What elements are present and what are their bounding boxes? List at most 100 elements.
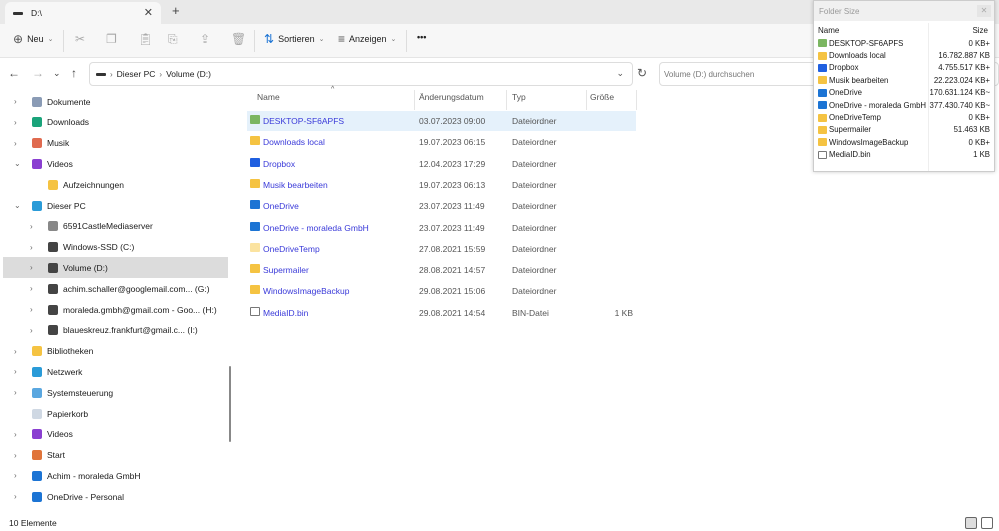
column-header-name[interactable]: Name xyxy=(818,26,839,35)
nav-item[interactable]: › Volume (D:) xyxy=(3,257,228,279)
expand-chevron-icon[interactable]: › xyxy=(14,430,17,439)
nav-item[interactable]: › Achim - moraleda GmbH xyxy=(3,465,228,486)
breadcrumb-volume-d[interactable]: Volume (D:) xyxy=(166,69,211,79)
folder-size-row[interactable]: OneDrive - moraleda GmbH 377.430.740 KB~ xyxy=(814,99,994,111)
breadcrumb-this-pc[interactable]: Dieser PC xyxy=(117,69,156,79)
nav-item[interactable]: › moraleda.gmbh@gmail.com - Goo... (H:) xyxy=(3,299,228,320)
back-icon[interactable]: ← xyxy=(8,66,20,80)
folder-size-row[interactable]: Supermailer 51.463 KB xyxy=(814,124,994,136)
expand-chevron-icon[interactable]: › xyxy=(30,305,33,314)
folder-size-row[interactable]: OneDriveTemp 0 KB+ xyxy=(814,111,994,123)
expand-chevron-icon[interactable]: › xyxy=(30,263,33,272)
more-button[interactable]: ••• xyxy=(417,32,426,42)
nav-item[interactable]: › OneDrive - Personal xyxy=(3,486,228,507)
expand-chevron-icon[interactable]: › xyxy=(30,243,33,252)
expand-chevron-icon[interactable]: ⌄ xyxy=(14,159,21,168)
address-bar[interactable]: › Dieser PC › Volume (D:) ⌄ xyxy=(89,62,633,86)
folder-size-value: 51.463 KB xyxy=(953,125,990,135)
file-row[interactable]: DESKTOP-SF6APFS 03.07.2023 09:00 Dateiordn… xyxy=(247,111,636,131)
view-switcher xyxy=(965,517,993,529)
nav-item[interactable]: › blaueskreuz.frankfurt@gmail.c... (I:) xyxy=(3,320,228,341)
expand-chevron-icon[interactable]: › xyxy=(14,347,17,356)
file-row[interactable]: Downloads local 19.07.2023 06:15 Dateiordn… xyxy=(247,132,636,152)
nav-item[interactable]: › Downloads xyxy=(3,112,228,133)
nav-item[interactable]: › Bibliotheken xyxy=(3,341,228,362)
nav-item[interactable]: › Dokumente xyxy=(3,91,228,112)
expand-chevron-icon[interactable]: › xyxy=(30,284,33,293)
expand-chevron-icon[interactable]: › xyxy=(14,388,17,397)
expand-chevron-icon[interactable]: › xyxy=(30,326,33,335)
expand-chevron-icon[interactable]: ⌄ xyxy=(14,201,21,210)
forward-icon[interactable]: → xyxy=(32,66,44,80)
expand-chevron-icon[interactable]: › xyxy=(14,451,17,460)
paste-icon[interactable]: 📋︎ xyxy=(138,32,153,46)
nav-item[interactable]: Papierkorb xyxy=(3,403,228,424)
nav-item[interactable]: › achim.schaller@googlemail.com... (G:) xyxy=(3,278,228,299)
nav-item[interactable]: › Start xyxy=(3,445,228,466)
file-row[interactable]: OneDrive 23.07.2023 11:49 Dateiordner xyxy=(247,196,636,216)
address-dropdown-icon[interactable]: ⌄ xyxy=(616,68,624,79)
expand-chevron-icon[interactable]: › xyxy=(14,139,17,148)
sort-button[interactable]: ⇅ Sortieren ⌄ xyxy=(264,32,324,46)
expand-chevron-icon[interactable]: › xyxy=(14,471,17,480)
nav-item-icon xyxy=(48,242,58,253)
tab-d-drive[interactable]: D:\ ✕ xyxy=(5,2,161,24)
nav-item[interactable]: › Netzwerk xyxy=(3,361,228,382)
refresh-icon[interactable]: ↻ xyxy=(637,66,647,80)
file-row[interactable]: OneDriveTemp 27.08.2021 15:59 Dateiordner xyxy=(247,239,636,259)
copy-icon[interactable]: ❐ xyxy=(106,32,117,46)
nav-item[interactable]: › Systemsteuerung xyxy=(3,382,228,403)
expand-chevron-icon[interactable]: › xyxy=(14,97,17,106)
file-date: 19.07.2023 06:13 xyxy=(419,179,486,190)
up-icon[interactable]: ↑ xyxy=(71,66,77,80)
column-header-type[interactable]: Typ xyxy=(512,92,526,108)
nav-item[interactable]: › Musik xyxy=(3,133,228,154)
expand-chevron-icon[interactable]: › xyxy=(14,492,17,501)
tiles-view-icon[interactable] xyxy=(981,517,993,529)
rename-icon[interactable]: ⎘ xyxy=(168,32,178,47)
file-row[interactable]: Musik bearbeiten 19.07.2023 06:13 Dateiord… xyxy=(247,175,636,195)
file-row[interactable]: OneDrive - moraleda GmbH 23.07.2023 11:49… xyxy=(247,218,636,238)
expand-chevron-icon[interactable]: › xyxy=(14,367,17,376)
details-view-icon[interactable] xyxy=(965,517,977,529)
file-row[interactable]: MediaID.bin 29.08.2021 14:54 BIN-Datei 1 KB xyxy=(247,303,636,323)
expand-chevron-icon[interactable]: › xyxy=(30,222,33,231)
folder-name: Supermailer xyxy=(829,125,872,135)
nav-scrollbar[interactable] xyxy=(229,366,231,442)
folder-size-value: 16.782.887 KB xyxy=(938,51,990,61)
folder-size-row[interactable]: MediaID.bin 1 KB xyxy=(814,149,994,161)
column-header-size[interactable]: Size xyxy=(972,26,988,35)
cut-icon[interactable]: ✂ xyxy=(75,32,85,46)
file-date: 27.08.2021 15:59 xyxy=(419,243,486,254)
new-tab-button[interactable]: + xyxy=(172,3,180,18)
expand-chevron-icon[interactable]: › xyxy=(14,118,17,127)
view-button[interactable]: ≡ Anzeigen ⌄ xyxy=(338,32,396,46)
delete-icon[interactable]: 🗑︎ xyxy=(231,32,246,46)
nav-item[interactable]: › Videos xyxy=(3,424,228,445)
folder-size-row[interactable]: Musik bearbeiten 22.223.024 KB+ xyxy=(814,74,994,86)
file-row[interactable]: Dropbox 12.04.2023 17:29 Dateiordner xyxy=(247,154,636,174)
file-row[interactable]: WindowsImageBackup 29.08.2021 15:06 Dateio… xyxy=(247,281,636,301)
folder-size-titlebar[interactable]: Folder Size ✕ xyxy=(814,1,994,21)
nav-item[interactable]: ⌄ Videos xyxy=(3,153,228,174)
nav-item[interactable]: › 6591CastleMediaserver xyxy=(3,216,228,237)
file-row[interactable]: Supermailer 28.08.2021 14:57 Dateiordner xyxy=(247,260,636,280)
folder-size-value: 4.755.517 KB+ xyxy=(938,63,990,73)
column-header-size[interactable]: Größe xyxy=(590,92,614,108)
column-header-name[interactable]: Name xyxy=(257,92,280,108)
recent-chevron-icon[interactable]: ⌄ xyxy=(53,68,61,79)
column-header-date[interactable]: Änderungsdatum xyxy=(419,92,484,108)
folder-size-row[interactable]: DESKTOP-SF6APFS 0 KB+ xyxy=(814,37,994,49)
nav-item[interactable]: ⌄ Dieser PC xyxy=(3,195,228,216)
new-button[interactable]: ⊕ Neu ⌄ xyxy=(13,32,53,46)
folder-size-row[interactable]: OneDrive 170.631.124 KB~ xyxy=(814,87,994,99)
nav-item[interactable]: Aufzeichnungen xyxy=(3,174,228,195)
folder-size-row[interactable]: Downloads local 16.782.887 KB xyxy=(814,49,994,61)
folder-size-row[interactable]: WindowsImageBackup 0 KB+ xyxy=(814,136,994,148)
close-icon[interactable]: ✕ xyxy=(977,5,991,17)
folder-size-row[interactable]: Dropbox 4.755.517 KB+ xyxy=(814,62,994,74)
folder-size-value: 0 KB+ xyxy=(968,113,990,123)
close-tab-icon[interactable]: ✕ xyxy=(144,6,153,19)
nav-item[interactable]: › Windows-SSD (C:) xyxy=(3,237,228,258)
share-icon[interactable]: ⇪ xyxy=(200,32,210,46)
